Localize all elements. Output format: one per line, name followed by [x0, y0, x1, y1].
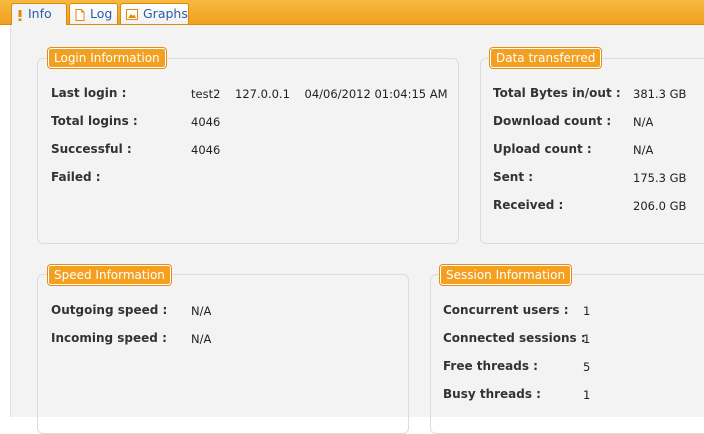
- data-panel-title: Data transferred: [490, 48, 602, 68]
- last-login-label: Last login :: [51, 86, 127, 100]
- outgoing-speed-value: N/A: [191, 304, 212, 318]
- speed-panel-title: Speed Information: [48, 265, 171, 285]
- failed-label: Failed :: [51, 170, 101, 184]
- image-icon: [126, 9, 138, 20]
- tab-graphs[interactable]: Graphs: [120, 3, 189, 24]
- session-panel-title: Session Information: [440, 265, 572, 285]
- total-logins-label: Total logins :: [51, 114, 138, 128]
- tab-log-label: Log: [90, 6, 113, 21]
- outgoing-speed-label: Outgoing speed :: [51, 303, 168, 317]
- download-count-value: N/A: [633, 115, 654, 129]
- incoming-speed-value: N/A: [191, 332, 212, 346]
- tab-bar: Info Log Graphs: [0, 0, 704, 25]
- connected-sessions-label: Connected sessions :: [443, 331, 586, 345]
- successful-label: Successful :: [51, 142, 132, 156]
- busy-threads-value: 1: [583, 388, 591, 402]
- tab-info[interactable]: Info: [11, 3, 67, 25]
- document-icon: [75, 8, 85, 21]
- upload-count-value: N/A: [633, 143, 654, 157]
- concurrent-users-label: Concurrent users :: [443, 303, 569, 317]
- tab-graphs-label: Graphs: [143, 6, 188, 21]
- free-threads-value: 5: [583, 360, 591, 374]
- total-bytes-label: Total Bytes in/out :: [493, 86, 621, 100]
- upload-count-label: Upload count :: [493, 142, 592, 156]
- exclamation-icon: [18, 9, 22, 21]
- received-label: Received :: [493, 198, 564, 212]
- speed-panel: [37, 274, 409, 434]
- tab-log[interactable]: Log: [69, 3, 118, 24]
- last-login-value: test2 127.0.0.1 04/06/2012 01:04:15 AM: [191, 87, 448, 101]
- login-panel-title: Login Information: [48, 48, 166, 68]
- successful-value: 4046: [191, 143, 221, 157]
- download-count-label: Download count :: [493, 114, 612, 128]
- received-value: 206.0 GB: [633, 199, 687, 213]
- free-threads-label: Free threads :: [443, 359, 538, 373]
- tab-info-label: Info: [28, 6, 52, 21]
- connected-sessions-value: 1: [583, 332, 591, 346]
- total-bytes-value: 381.3 GB: [633, 87, 687, 101]
- busy-threads-label: Busy threads :: [443, 387, 541, 401]
- sent-value: 175.3 GB: [633, 171, 687, 185]
- sent-label: Sent :: [493, 170, 534, 184]
- incoming-speed-label: Incoming speed :: [51, 331, 167, 345]
- total-logins-value: 4046: [191, 115, 221, 129]
- concurrent-users-value: 1: [583, 304, 591, 318]
- session-panel: [430, 274, 704, 434]
